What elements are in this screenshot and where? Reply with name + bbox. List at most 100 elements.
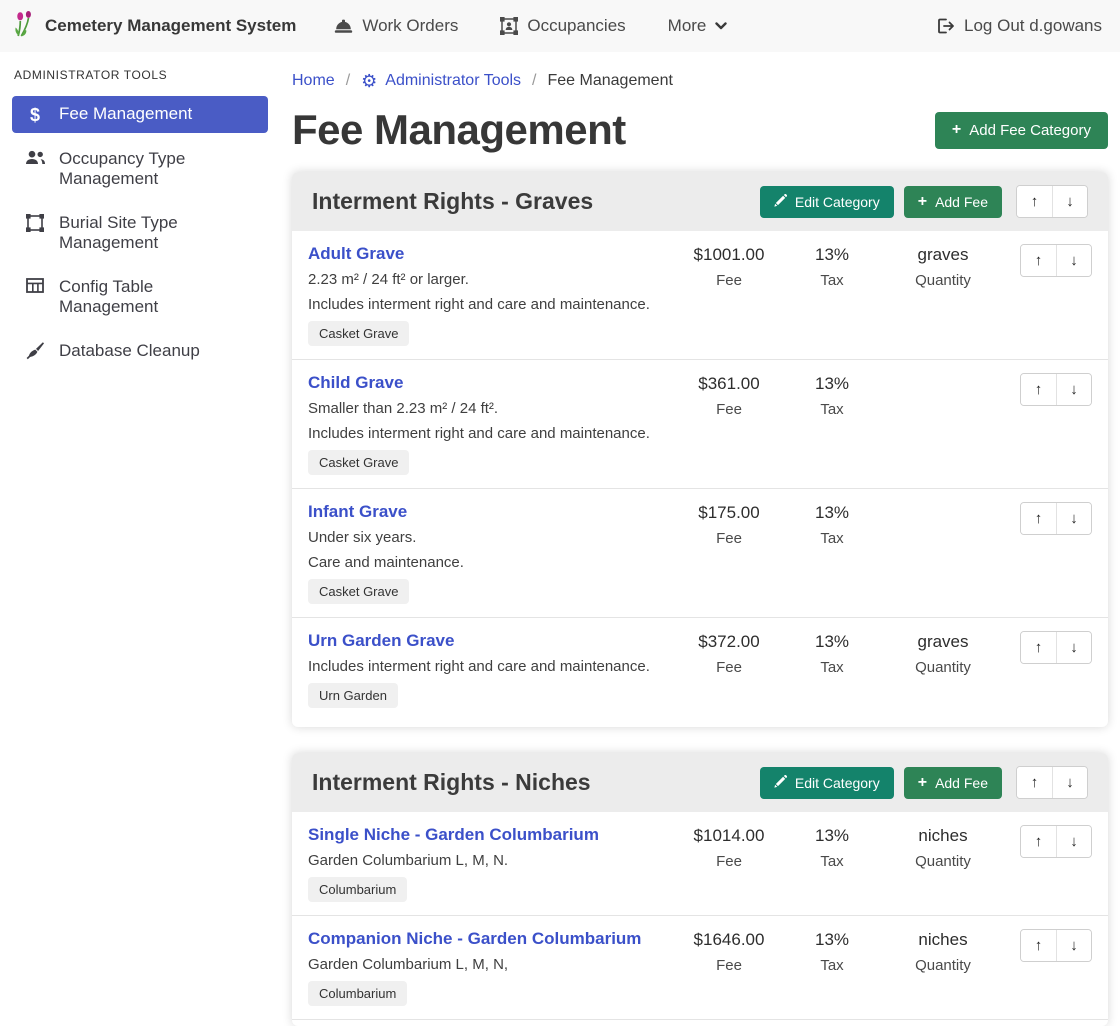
edit-category-button[interactable]: Edit Category bbox=[760, 186, 894, 218]
move-fee-down-button[interactable]: ↓ bbox=[1056, 503, 1091, 534]
pencil-icon bbox=[774, 194, 787, 210]
app-brand[interactable]: Cemetery Management System bbox=[12, 10, 296, 42]
sidebar-item-label: Fee Management bbox=[59, 104, 192, 124]
fee-row: Adult Grave 2.23 m² / 24 ft² or larger.I… bbox=[292, 231, 1108, 360]
breadcrumb-home-link[interactable]: Home bbox=[292, 72, 335, 90]
move-category-down-button[interactable]: ↓ bbox=[1052, 186, 1087, 217]
categories: Interment Rights - Graves Edit Category … bbox=[292, 172, 1108, 1026]
fee-reorder-group: ↑ ↓ bbox=[1020, 502, 1092, 535]
top-navbar: Cemetery Management System Work Orders bbox=[0, 0, 1120, 52]
fee-name-link[interactable]: Companion Niche - Garden Columbarium bbox=[308, 929, 668, 949]
fee-amount: $372.00 bbox=[674, 632, 784, 652]
sidebar-item-occupancy-type[interactable]: Occupancy Type Management bbox=[12, 141, 268, 197]
up-arrow-icon: ↑ bbox=[1035, 510, 1043, 527]
up-arrow-icon: ↑ bbox=[1035, 833, 1043, 850]
fee-description: Garden Columbarium L, M, N. bbox=[308, 852, 668, 870]
up-arrow-icon: ↑ bbox=[1035, 252, 1043, 269]
move-category-up-button[interactable]: ↑ bbox=[1017, 186, 1052, 217]
tulip-logo-icon bbox=[12, 10, 36, 42]
fee-amount-label: Fee bbox=[674, 853, 784, 871]
fee-amount: $1646.00 bbox=[674, 930, 784, 950]
move-fee-up-button[interactable]: ↑ bbox=[1021, 632, 1056, 663]
move-fee-down-button[interactable]: ↓ bbox=[1056, 930, 1091, 961]
tax-value: 13% bbox=[784, 826, 880, 846]
fee-name-link[interactable]: Adult Grave bbox=[308, 244, 668, 264]
move-fee-down-button[interactable]: ↓ bbox=[1056, 374, 1091, 405]
fee-amount-label: Fee bbox=[674, 659, 784, 677]
tax-value: 13% bbox=[784, 245, 880, 265]
tax-label: Tax bbox=[784, 957, 880, 975]
move-fee-up-button[interactable]: ↑ bbox=[1021, 930, 1056, 961]
sidebar-item-burial-site-type[interactable]: Burial Site Type Management bbox=[12, 205, 268, 261]
fee-description: Smaller than 2.23 m² / 24 ft². bbox=[308, 400, 668, 418]
page-title: Fee Management bbox=[292, 106, 626, 154]
breadcrumb-admin-tools-label: Administrator Tools bbox=[385, 72, 521, 90]
fee-rows: Single Niche - Garden Columbarium Garden… bbox=[292, 812, 1108, 1020]
fee-type-badge: Columbarium bbox=[308, 981, 407, 1006]
add-fee-category-button[interactable]: + Add Fee Category bbox=[935, 112, 1108, 149]
tax-label: Tax bbox=[784, 401, 880, 419]
down-arrow-icon: ↓ bbox=[1070, 639, 1078, 656]
logout-link[interactable]: Log Out d.gowans bbox=[937, 16, 1102, 36]
move-fee-up-button[interactable]: ↑ bbox=[1021, 503, 1056, 534]
vector-square-icon bbox=[24, 214, 46, 237]
sidebar-item-database-cleanup[interactable]: Database Cleanup bbox=[12, 333, 268, 373]
breadcrumb: Home / ⚙ Administrator Tools / Fee Manag… bbox=[292, 72, 1108, 90]
quantity-column: graves Quantity bbox=[880, 631, 1006, 677]
quantity-value: niches bbox=[880, 930, 1006, 950]
sidebar: ADMINISTRATOR TOOLS $ Fee Management Occ… bbox=[0, 52, 280, 381]
fee-amount-column: $1001.00 Fee bbox=[674, 244, 784, 290]
sidebar-item-label: Burial Site Type Management bbox=[59, 213, 256, 253]
fee-descriptions: Garden Columbarium L, M, N, bbox=[308, 956, 668, 974]
plus-icon: + bbox=[918, 195, 927, 209]
down-arrow-icon: ↓ bbox=[1066, 193, 1074, 210]
down-arrow-icon: ↓ bbox=[1070, 252, 1078, 269]
nav-item-label: Occupancies bbox=[527, 16, 625, 36]
fee-type-badge: Urn Garden bbox=[308, 683, 398, 708]
edit-category-button[interactable]: Edit Category bbox=[760, 767, 894, 799]
plus-icon: + bbox=[918, 776, 927, 790]
fee-description: Includes interment right and care and ma… bbox=[308, 296, 668, 314]
add-fee-button[interactable]: + Add Fee bbox=[904, 186, 1002, 218]
tax-column: 13% Tax bbox=[784, 373, 880, 419]
add-fee-button[interactable]: + Add Fee bbox=[904, 767, 1002, 799]
nav-item-occupancies[interactable]: Occupancies bbox=[500, 16, 625, 36]
sidebar-item-fee-management[interactable]: $ Fee Management bbox=[12, 96, 268, 133]
fee-amount-label: Fee bbox=[674, 401, 784, 419]
tax-value: 13% bbox=[784, 930, 880, 950]
fee-description: Includes interment right and care and ma… bbox=[308, 658, 668, 676]
down-arrow-icon: ↓ bbox=[1070, 937, 1078, 954]
breadcrumb-admin-tools-link[interactable]: ⚙ Administrator Tools bbox=[361, 72, 521, 90]
chevron-down-icon bbox=[715, 22, 727, 30]
sidebar-item-config-table[interactable]: Config Table Management bbox=[12, 269, 268, 325]
category-title: Interment Rights - Graves bbox=[312, 188, 760, 215]
quantity-column: niches Quantity bbox=[880, 929, 1006, 975]
nav-item-work-orders[interactable]: Work Orders bbox=[334, 16, 458, 36]
fee-row: Infant Grave Under six years.Care and ma… bbox=[292, 489, 1108, 618]
fee-amount-label: Fee bbox=[674, 530, 784, 548]
move-category-up-button[interactable]: ↑ bbox=[1017, 767, 1052, 798]
category-reorder-group: ↑ ↓ bbox=[1016, 185, 1088, 218]
tax-column: 13% Tax bbox=[784, 929, 880, 975]
fee-name-link[interactable]: Infant Grave bbox=[308, 502, 668, 522]
move-fee-up-button[interactable]: ↑ bbox=[1021, 245, 1056, 276]
quantity-value: graves bbox=[880, 632, 1006, 652]
fee-name-link[interactable]: Single Niche - Garden Columbarium bbox=[308, 825, 668, 845]
move-fee-down-button[interactable]: ↓ bbox=[1056, 245, 1091, 276]
users-icon bbox=[24, 150, 46, 170]
move-fee-up-button[interactable]: ↑ bbox=[1021, 826, 1056, 857]
fee-amount: $1001.00 bbox=[674, 245, 784, 265]
nav-item-more[interactable]: More bbox=[668, 16, 728, 36]
quantity-label: Quantity bbox=[880, 957, 1006, 975]
fee-name-link[interactable]: Urn Garden Grave bbox=[308, 631, 668, 651]
dollar-icon: $ bbox=[24, 105, 46, 125]
add-fee-label: Add Fee bbox=[935, 194, 988, 210]
move-category-down-button[interactable]: ↓ bbox=[1052, 767, 1087, 798]
fee-descriptions: Garden Columbarium L, M, N. bbox=[308, 852, 668, 870]
fee-name-link[interactable]: Child Grave bbox=[308, 373, 668, 393]
add-fee-label: Add Fee bbox=[935, 775, 988, 791]
move-fee-down-button[interactable]: ↓ bbox=[1056, 826, 1091, 857]
fee-category-card: Interment Rights - Niches Edit Category … bbox=[292, 753, 1108, 1026]
move-fee-up-button[interactable]: ↑ bbox=[1021, 374, 1056, 405]
move-fee-down-button[interactable]: ↓ bbox=[1056, 632, 1091, 663]
